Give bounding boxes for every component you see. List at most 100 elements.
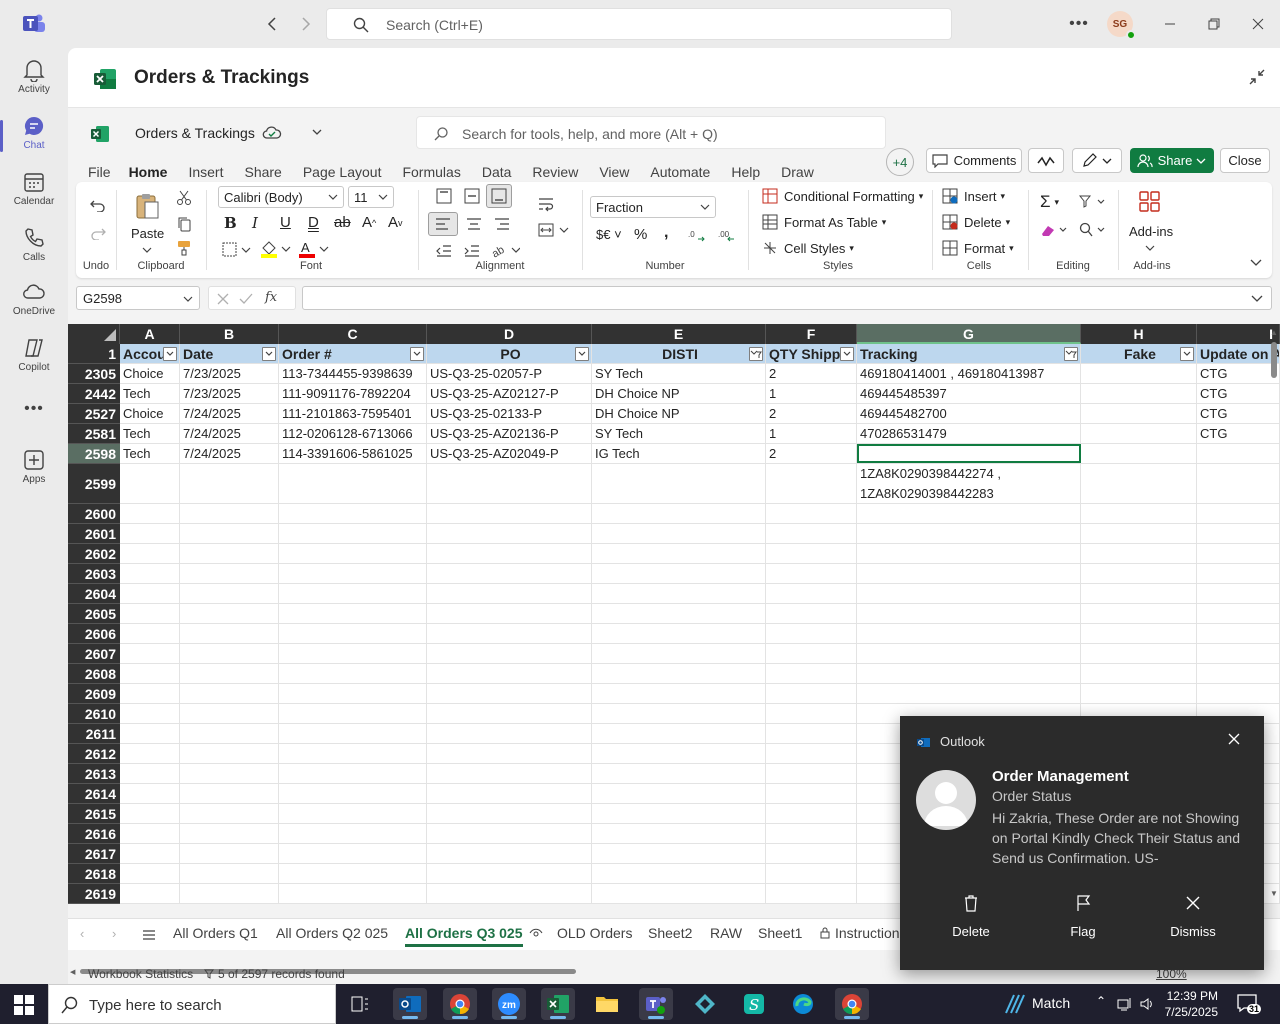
table-cell[interactable] xyxy=(279,764,427,783)
table-cell[interactable] xyxy=(120,724,180,743)
row-header[interactable]: 2581 xyxy=(68,424,120,444)
table-cell[interactable]: 113-7344455-9398639 xyxy=(279,364,427,383)
table-cell[interactable]: 2 xyxy=(766,444,857,463)
row-header[interactable]: 2605 xyxy=(68,604,120,624)
all-sheets-menu-icon[interactable] xyxy=(142,929,156,941)
filter-dropdown-icon[interactable] xyxy=(840,347,854,361)
forward-arrow-icon[interactable] xyxy=(296,14,316,34)
sheet-tab-sheet2[interactable]: Sheet2 xyxy=(648,925,692,941)
table-cell[interactable] xyxy=(180,864,279,883)
percent-icon[interactable]: % xyxy=(634,226,647,243)
rail-item-calendar[interactable]: Calendar xyxy=(0,166,68,218)
column-title-h[interactable]: Fake xyxy=(1081,344,1197,363)
table-cell[interactable] xyxy=(180,684,279,703)
table-cell[interactable] xyxy=(120,824,180,843)
notification-center-button[interactable]: 31 xyxy=(1236,993,1262,1014)
table-cell[interactable] xyxy=(766,524,857,543)
table-cell[interactable] xyxy=(1081,664,1197,683)
table-cell[interactable] xyxy=(427,704,592,723)
collapse-icon[interactable] xyxy=(1248,68,1266,86)
sheet-tab-instruction[interactable]: Instruction xyxy=(820,925,900,941)
table-cell[interactable] xyxy=(427,644,592,663)
rail-item-onedrive[interactable]: OneDrive xyxy=(0,276,68,328)
table-cell[interactable]: SY Tech xyxy=(592,424,766,443)
italic-icon[interactable]: I xyxy=(252,214,258,232)
insert-function-icon[interactable]: fx xyxy=(265,290,277,305)
table-cell[interactable] xyxy=(427,804,592,823)
table-cell[interactable] xyxy=(279,644,427,663)
table-cell[interactable]: IG Tech xyxy=(592,444,766,463)
table-cell[interactable] xyxy=(279,664,427,683)
row-header[interactable]: 2613 xyxy=(68,764,120,784)
table-cell[interactable] xyxy=(120,764,180,783)
filter-dropdown-icon[interactable] xyxy=(575,347,589,361)
row-header[interactable]: 1 xyxy=(68,344,120,364)
table-cell[interactable] xyxy=(857,664,1081,683)
rail-item-chat[interactable]: Chat xyxy=(0,110,68,162)
table-cell[interactable] xyxy=(766,744,857,763)
outlook-notification-toast[interactable]: Outlook Order Management Order Status Hi… xyxy=(900,716,1264,970)
table-cell[interactable]: 470286531479 xyxy=(857,424,1081,443)
number-format-select[interactable]: Fraction xyxy=(590,196,716,218)
row-header[interactable]: 2614 xyxy=(68,784,120,804)
table-cell[interactable]: US-Q3-25-AZ02127-P xyxy=(427,384,592,403)
table-cell[interactable]: DH Choice NP xyxy=(592,404,766,423)
orientation-icon[interactable]: ab xyxy=(490,242,520,258)
row-header[interactable]: 2305 xyxy=(68,364,120,384)
file-explorer-icon[interactable] xyxy=(590,988,624,1020)
table-cell[interactable]: 1 xyxy=(766,424,857,443)
table-cell[interactable] xyxy=(592,544,766,563)
table-cell[interactable] xyxy=(180,544,279,563)
table-cell[interactable] xyxy=(592,524,766,543)
table-cell[interactable] xyxy=(180,644,279,663)
clear-icon[interactable] xyxy=(1040,222,1070,238)
more-tabs-button[interactable]: +4 xyxy=(886,148,914,176)
table-cell[interactable] xyxy=(766,584,857,603)
table-cell[interactable]: 114-3391606-5861025 xyxy=(279,444,427,463)
decrease-indent-icon[interactable] xyxy=(436,244,452,258)
table-cell[interactable] xyxy=(120,584,180,603)
align-top-icon[interactable] xyxy=(436,188,452,204)
undo-icon[interactable] xyxy=(90,198,106,212)
table-cell[interactable] xyxy=(180,824,279,843)
table-cell[interactable] xyxy=(120,664,180,683)
row-header[interactable]: 2527 xyxy=(68,404,120,424)
chrome-taskbar-icon[interactable] xyxy=(443,988,477,1020)
select-all-corner[interactable] xyxy=(68,324,120,344)
table-cell[interactable] xyxy=(279,564,427,583)
table-cell[interactable] xyxy=(857,564,1081,583)
more-options-icon[interactable]: ••• xyxy=(1068,14,1090,34)
table-cell[interactable] xyxy=(592,464,766,503)
table-cell[interactable] xyxy=(279,524,427,543)
column-title-g[interactable]: Tracking xyxy=(857,344,1081,363)
row-header[interactable]: 2442 xyxy=(68,384,120,404)
rail-item-calls[interactable]: Calls xyxy=(0,222,68,274)
table-cell[interactable] xyxy=(1197,684,1280,703)
double-underline-icon[interactable]: D xyxy=(308,214,319,231)
table-cell[interactable] xyxy=(279,784,427,803)
edge-taskbar-icon[interactable] xyxy=(786,988,820,1020)
row-header[interactable]: 2619 xyxy=(68,884,120,904)
copy-icon[interactable] xyxy=(176,216,192,232)
table-cell[interactable] xyxy=(766,864,857,883)
filter-applied-icon[interactable] xyxy=(749,347,763,361)
active-cell[interactable] xyxy=(857,444,1081,463)
table-cell[interactable] xyxy=(120,544,180,563)
table-cell[interactable] xyxy=(1197,524,1280,543)
table-cell[interactable] xyxy=(766,644,857,663)
table-cell[interactable] xyxy=(180,664,279,683)
table-cell[interactable] xyxy=(1081,644,1197,663)
table-cell[interactable] xyxy=(1081,404,1197,423)
row-header[interactable]: 2617 xyxy=(68,844,120,864)
table-cell[interactable] xyxy=(120,704,180,723)
column-header-g[interactable]: G xyxy=(857,324,1081,344)
table-cell[interactable] xyxy=(427,504,592,523)
table-cell[interactable] xyxy=(120,604,180,623)
table-cell[interactable] xyxy=(766,764,857,783)
name-box[interactable]: G2598 xyxy=(76,286,200,310)
row-header[interactable]: 2604 xyxy=(68,584,120,604)
table-cell[interactable]: 7/24/2025 xyxy=(180,424,279,443)
decrease-font-icon[interactable]: Av xyxy=(388,214,403,231)
workbook-statistics-button[interactable]: Workbook Statistics xyxy=(88,967,193,981)
table-cell[interactable] xyxy=(279,624,427,643)
